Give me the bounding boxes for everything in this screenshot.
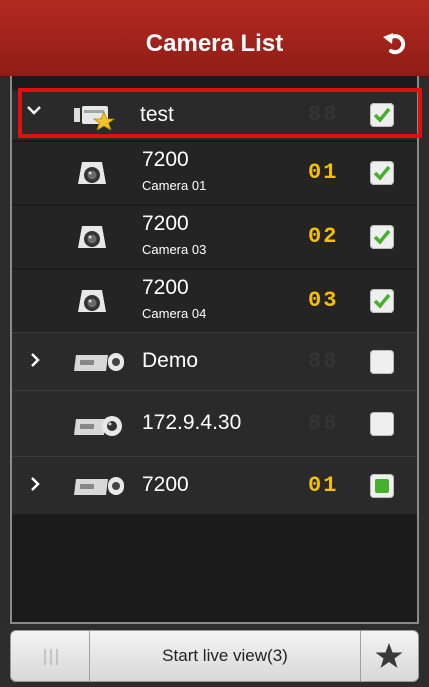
bottom-toolbar: Start live view(3) [0,624,429,687]
channel-indicator: 01 [308,473,339,498]
camera-title: 7200 [142,276,189,299]
grip-button[interactable] [11,631,90,681]
channel-indicator: 88 [308,411,339,436]
channel-indicator: 02 [308,224,339,249]
device-row-7200[interactable]: 7200 01 [12,457,417,514]
camera-row[interactable]: 7200 Camera 01 01 [12,142,417,204]
undo-icon[interactable] [381,29,409,57]
camera-checkbox[interactable] [370,225,394,249]
start-live-view-button[interactable]: Start live view(3) [90,631,361,681]
device-checkbox[interactable] [370,350,394,374]
camera-checkbox[interactable] [370,289,394,313]
dvr-icon [72,351,124,378]
camera-icon [76,286,108,321]
device-row-demo[interactable]: Demo 88 [12,333,417,390]
camera-checkbox[interactable] [370,161,394,185]
camera-title: 7200 [142,148,189,171]
channel-indicator: 03 [308,288,339,313]
device-checkbox[interactable] [370,412,394,436]
camera-subtitle: Camera 03 [142,242,207,257]
star-icon [375,643,403,668]
channel-indicator: 01 [308,160,339,185]
device-label: 7200 [142,473,189,496]
toolbar-buttons: Start live view(3) [10,630,419,682]
device-row-ip[interactable]: 172.9.4.30 88 [12,391,417,456]
favorite-button[interactable] [360,631,418,681]
channel-indicator: 88 [308,349,339,374]
camera-row[interactable]: 7200 Camera 03 02 [12,206,417,268]
camera-row[interactable]: 7200 Camera 04 03 [12,270,417,332]
ip-camera-device-icon [72,413,124,442]
dvr-icon [72,475,124,502]
camera-title: 7200 [142,212,189,235]
camera-subtitle: Camera 01 [142,178,207,193]
grip-icon [44,649,58,665]
device-label: 172.9.4.30 [142,411,242,434]
camera-icon [76,158,108,193]
device-checkbox[interactable] [370,474,394,498]
camera-subtitle: Camera 04 [142,306,207,321]
camera-icon [76,222,108,257]
chevron-right-icon[interactable] [28,475,42,499]
selection-highlight [18,88,422,138]
camera-list-panel: test 88 7200 Camera 01 01 7200 Camera 03… [10,76,419,624]
page-title: Camera List [145,30,284,57]
chevron-right-icon[interactable] [28,351,42,375]
device-label: Demo [142,349,199,372]
title-bar: Camera List [0,0,429,77]
